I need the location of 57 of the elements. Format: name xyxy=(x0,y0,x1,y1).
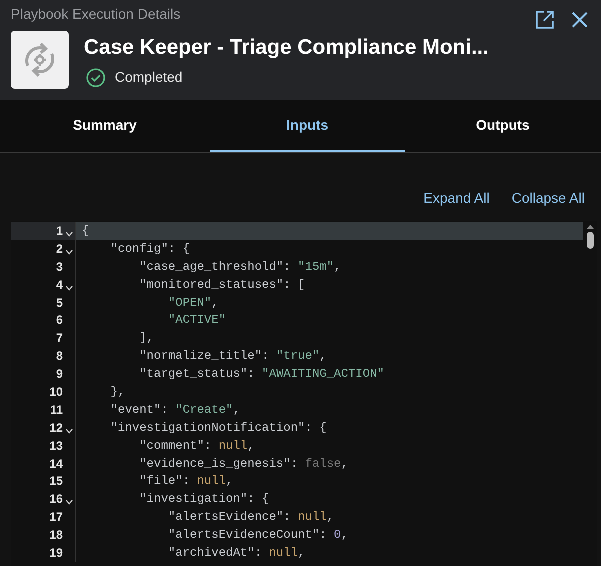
code-line: "monitored_statuses": [ xyxy=(138,276,306,294)
fold-chevron-icon[interactable] xyxy=(66,500,72,506)
fold-chevron-icon[interactable] xyxy=(66,250,72,255)
line-number: 2 xyxy=(56,240,63,258)
panel-caption: Playbook Execution Details xyxy=(11,5,181,24)
fold-chevron-icon[interactable] xyxy=(66,286,72,291)
tab[interactable]: Outputs xyxy=(405,100,601,152)
code-line: "investigationNotification": { xyxy=(110,420,327,437)
line-number: 17 xyxy=(50,509,63,526)
scrollbar-thumb[interactable] xyxy=(587,232,594,249)
line-number: 10 xyxy=(50,384,63,401)
code-line: "archivedAt": null, xyxy=(167,544,306,562)
code-line: ], xyxy=(138,330,154,348)
code-line: }, xyxy=(110,384,126,401)
code-line: "OPEN", xyxy=(167,294,219,312)
line-number: 19 xyxy=(50,544,63,562)
line-number: 16 xyxy=(50,491,63,508)
line-number: 8 xyxy=(56,348,63,366)
code-line: { xyxy=(82,222,90,240)
code-line: "config": { xyxy=(110,240,190,258)
tab[interactable]: Inputs xyxy=(210,100,405,152)
fold-chevron-icon[interactable] xyxy=(66,428,72,434)
line-number: 15 xyxy=(50,473,63,490)
code-line: "investigation": { xyxy=(138,491,270,508)
line-number: 11 xyxy=(50,402,63,419)
open-external-icon[interactable] xyxy=(535,10,555,30)
code-line: "ACTIVE" xyxy=(167,312,226,330)
line-number: 12 xyxy=(50,420,63,437)
line-number: 3 xyxy=(56,258,63,276)
line-number: 5 xyxy=(56,294,63,312)
code-line: "alertsEvidenceCount": 0, xyxy=(167,527,348,544)
line-number: 14 xyxy=(50,456,63,473)
line-number: 7 xyxy=(56,330,63,348)
line-number: 18 xyxy=(50,527,63,544)
code-line: "normalize_title": "true", xyxy=(138,348,327,366)
playbook-icon xyxy=(11,31,69,89)
code-line: "event": "Create", xyxy=(110,402,240,419)
status-label: Completed xyxy=(115,68,183,87)
code-line: "comment": null, xyxy=(138,438,255,455)
code-line: "case_age_threshold": "15m", xyxy=(138,258,342,276)
text-link[interactable]: Collapse All xyxy=(512,188,585,208)
line-number: 4 xyxy=(56,276,63,294)
code-line: "evidence_is_genesis": false, xyxy=(138,456,348,473)
tab[interactable]: Summary xyxy=(0,100,210,152)
playbook-title: Case Keeper - Triage Compliance Moni... xyxy=(84,35,489,61)
line-number: 13 xyxy=(50,438,63,455)
scroll-up-arrow-icon[interactable] xyxy=(586,224,595,230)
code-line: "file": null, xyxy=(138,473,234,490)
line-number: 9 xyxy=(56,366,63,384)
check-circle-icon xyxy=(86,68,106,88)
close-icon[interactable] xyxy=(571,11,589,29)
fold-chevron-icon[interactable] xyxy=(66,232,72,237)
line-number: 6 xyxy=(56,312,63,330)
line-number: 1 xyxy=(56,222,63,240)
code-line: "target_status": "AWAITING_ACTION" xyxy=(138,366,384,384)
code-line: "alertsEvidence": null, xyxy=(167,509,334,526)
text-link[interactable]: Expand All xyxy=(424,188,490,208)
